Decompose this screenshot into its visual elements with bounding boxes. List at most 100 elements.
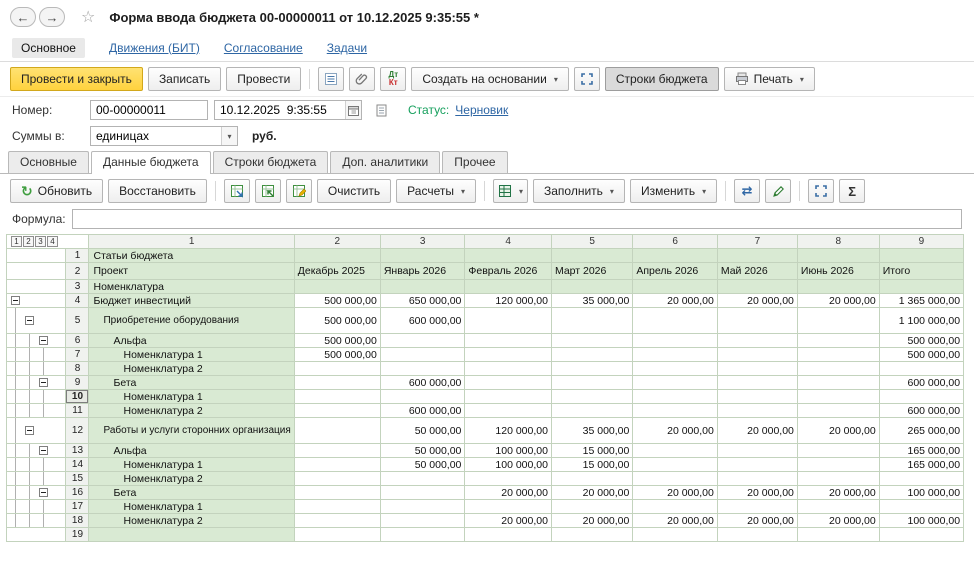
cell[interactable]: Март 2026 xyxy=(551,263,632,280)
favorite-star-icon[interactable]: ☆ xyxy=(81,7,95,27)
cell[interactable] xyxy=(465,348,552,362)
cell[interactable] xyxy=(465,249,552,263)
cell[interactable]: Июнь 2026 xyxy=(797,263,879,280)
cell-label[interactable]: Приобретение оборудования xyxy=(89,308,294,334)
group-level-button-3[interactable]: 3 xyxy=(35,236,46,247)
document-list-button[interactable] xyxy=(318,67,344,91)
cell[interactable] xyxy=(633,500,717,514)
cell-label[interactable]: Номенклатура 2 xyxy=(89,404,294,418)
cell[interactable] xyxy=(633,390,717,404)
tree-gutter-cell[interactable] xyxy=(7,444,66,458)
column-header-3[interactable]: 3 xyxy=(380,235,465,249)
cell[interactable] xyxy=(633,334,717,348)
cell[interactable] xyxy=(380,334,465,348)
cell[interactable]: Декабрь 2025 xyxy=(294,263,380,280)
cell[interactable] xyxy=(380,348,465,362)
cell[interactable] xyxy=(717,390,797,404)
cell[interactable]: 50 000,00 xyxy=(380,418,465,444)
cell[interactable]: 600 000,00 xyxy=(380,376,465,390)
row-number[interactable]: 4 xyxy=(66,294,89,308)
cell[interactable] xyxy=(551,249,632,263)
cell-label[interactable]: Номенклатура 2 xyxy=(89,362,294,376)
tree-gutter-cell[interactable] xyxy=(7,418,66,444)
cell[interactable]: 265 000,00 xyxy=(879,418,963,444)
column-header-7[interactable]: 7 xyxy=(717,235,797,249)
cell[interactable] xyxy=(294,472,380,486)
cell-label[interactable]: Номенклатура 2 xyxy=(89,514,294,528)
tree-gutter-cell[interactable] xyxy=(7,486,66,500)
cell[interactable] xyxy=(380,472,465,486)
cell[interactable] xyxy=(465,528,552,542)
cell[interactable]: 650 000,00 xyxy=(380,294,465,308)
cell[interactable] xyxy=(717,528,797,542)
row-number[interactable]: 8 xyxy=(66,362,89,376)
row-number[interactable]: 13 xyxy=(66,444,89,458)
cell-label[interactable]: Номенклатура 1 xyxy=(89,458,294,472)
collapse-toggle-icon[interactable] xyxy=(39,488,48,497)
cell[interactable] xyxy=(797,376,879,390)
cell[interactable] xyxy=(633,458,717,472)
cell[interactable] xyxy=(797,280,879,294)
create-based-on-button[interactable]: Создать на основании▾ xyxy=(411,67,569,91)
budget-lines-button[interactable]: Строки бюджета xyxy=(605,67,719,91)
cell[interactable] xyxy=(551,348,632,362)
cell[interactable] xyxy=(797,528,879,542)
tree-gutter-cell[interactable] xyxy=(7,376,66,390)
cell[interactable]: 20 000,00 xyxy=(551,486,632,500)
cell[interactable] xyxy=(294,486,380,500)
cell[interactable] xyxy=(797,500,879,514)
cell[interactable] xyxy=(551,362,632,376)
cell[interactable]: Апрель 2026 xyxy=(633,263,717,280)
cell[interactable]: Январь 2026 xyxy=(380,263,465,280)
cell[interactable] xyxy=(633,280,717,294)
cell[interactable]: 100 000,00 xyxy=(465,444,552,458)
cell[interactable] xyxy=(717,308,797,334)
cell[interactable] xyxy=(633,362,717,376)
units-select[interactable] xyxy=(91,127,221,145)
column-header-6[interactable]: 6 xyxy=(633,235,717,249)
cell-label[interactable]: Альфа xyxy=(89,444,294,458)
cell[interactable]: 500 000,00 xyxy=(879,334,963,348)
cell-label[interactable]: Статьи бюджета xyxy=(89,249,294,263)
cell[interactable]: 20 000,00 xyxy=(717,418,797,444)
cell[interactable] xyxy=(633,404,717,418)
collapse-toggle-icon[interactable] xyxy=(25,316,34,325)
cell[interactable] xyxy=(465,280,552,294)
cell[interactable] xyxy=(465,404,552,418)
column-header-5[interactable]: 5 xyxy=(551,235,632,249)
cell[interactable]: 15 000,00 xyxy=(551,458,632,472)
cell-label[interactable]: Альфа xyxy=(89,334,294,348)
cell[interactable] xyxy=(294,500,380,514)
cell[interactable]: 100 000,00 xyxy=(879,514,963,528)
cell[interactable]: 500 000,00 xyxy=(294,334,380,348)
cell[interactable]: 50 000,00 xyxy=(380,458,465,472)
cell-label[interactable]: Бета xyxy=(89,376,294,390)
cell-label[interactable]: Бета xyxy=(89,486,294,500)
cell[interactable]: 50 000,00 xyxy=(380,444,465,458)
post-button[interactable]: Провести xyxy=(226,67,301,91)
cell[interactable] xyxy=(551,528,632,542)
column-header-2[interactable]: 2 xyxy=(294,235,380,249)
cell[interactable] xyxy=(879,362,963,376)
table-export-button[interactable] xyxy=(224,179,250,203)
budget-grid-table[interactable]: 12341234567891Статьи бюджета2ПроектДекаб… xyxy=(6,234,974,542)
cell[interactable]: 35 000,00 xyxy=(551,418,632,444)
attachments-button[interactable] xyxy=(349,67,375,91)
cell-label[interactable]: Бюджет инвестиций xyxy=(89,294,294,308)
cell-label[interactable] xyxy=(89,528,294,542)
cell[interactable] xyxy=(717,404,797,418)
print-button[interactable]: Печать▾ xyxy=(724,67,815,91)
cell[interactable]: Февраль 2026 xyxy=(465,263,552,280)
group-level-button-1[interactable]: 1 xyxy=(11,236,22,247)
cell[interactable]: 20 000,00 xyxy=(633,514,717,528)
cell[interactable] xyxy=(551,390,632,404)
cell[interactable] xyxy=(717,334,797,348)
cell[interactable] xyxy=(717,280,797,294)
cell[interactable] xyxy=(465,308,552,334)
nav-item-approval[interactable]: Согласование xyxy=(224,41,303,55)
cell[interactable] xyxy=(633,376,717,390)
cell[interactable] xyxy=(797,348,879,362)
cell[interactable]: 20 000,00 xyxy=(465,486,552,500)
cell[interactable]: 20 000,00 xyxy=(717,486,797,500)
cell-label[interactable]: Номенклатура 1 xyxy=(89,348,294,362)
